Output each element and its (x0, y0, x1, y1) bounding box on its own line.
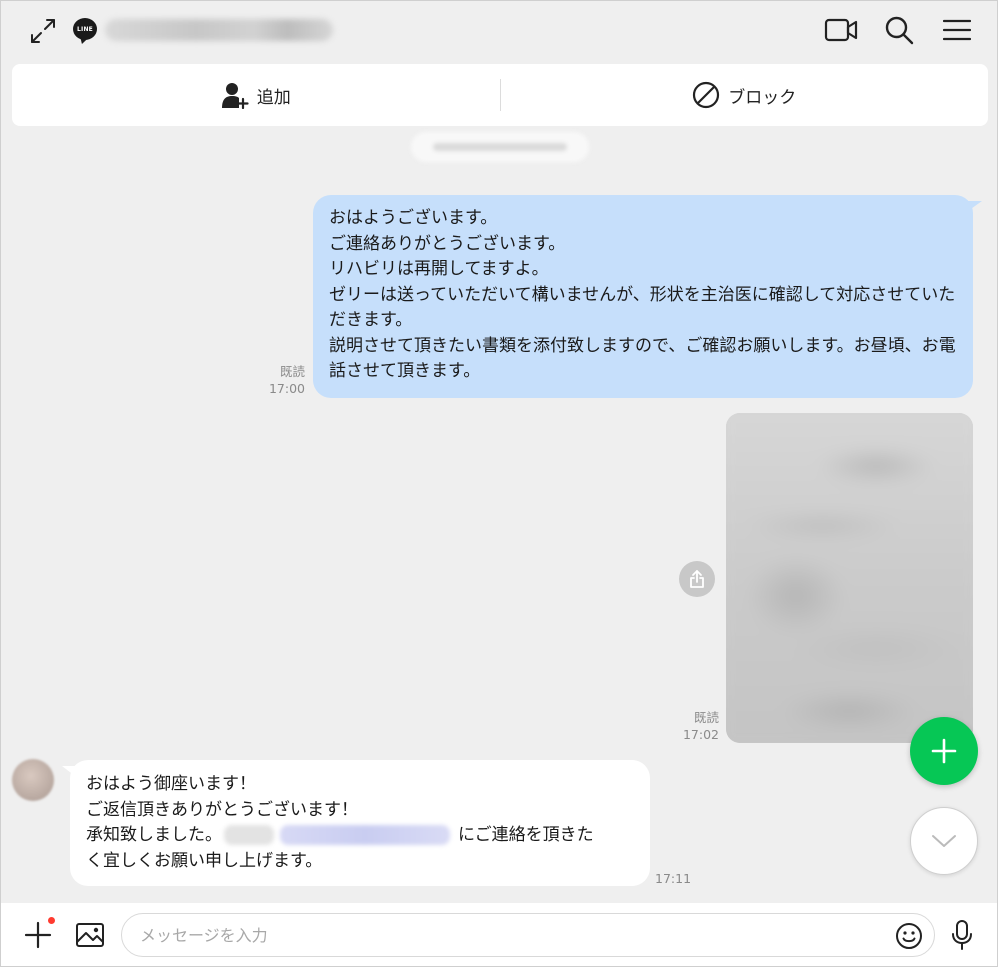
outgoing-message-bubble[interactable]: おはようございます。 ご連絡ありがとうございます。 リハビリは再開してますよ。 … (313, 195, 982, 398)
block-button[interactable]: ブロック (501, 64, 989, 126)
video-call-icon[interactable] (823, 15, 859, 45)
line-logo: LINE (73, 18, 97, 40)
share-icon (690, 570, 704, 588)
chevron-down-icon (932, 835, 956, 847)
block-label: ブロック (728, 87, 797, 108)
menu-icon[interactable] (941, 14, 973, 46)
add-user-icon (221, 83, 249, 109)
chat-header: LINE (1, 1, 997, 59)
message-input[interactable] (121, 913, 935, 957)
incoming-line: く宜しくお願い申し上げます。 (86, 850, 323, 871)
image-message-meta: 既読 17:02 (673, 709, 719, 743)
chat-window: LINE 追加 ブロック おはようございます。 ご連絡ありがとうございます。 リ… (0, 0, 998, 967)
incoming-message-bubble[interactable]: おはよう御座います！ ご返信頂きありがとうございます！ 承知致しました。 にご連絡… (62, 760, 650, 886)
gallery-icon[interactable] (74, 920, 106, 950)
scroll-to-bottom-button[interactable] (910, 807, 978, 875)
incoming-line: にご連絡を頂きた (458, 825, 594, 845)
blurred-contact-name (105, 19, 333, 41)
message-time: 17:00 (268, 381, 305, 396)
expand-icon[interactable] (27, 16, 59, 46)
share-button[interactable] (679, 561, 715, 597)
search-icon[interactable] (883, 14, 915, 46)
image-attachment-message[interactable] (726, 413, 973, 743)
microphone-icon[interactable] (947, 918, 977, 952)
incoming-line: ご返信頂きありがとうございます！ (86, 799, 358, 820)
outgoing-message-meta: 既読 17:00 (259, 363, 305, 397)
incoming-line: 承知致しました。 (86, 825, 222, 845)
add-friend-button[interactable]: 追加 (12, 64, 500, 126)
blurred-link[interactable] (280, 825, 450, 845)
message-composer (1, 903, 997, 966)
incoming-message-time: 17:11 (655, 871, 692, 886)
blurred-date-separator (411, 132, 589, 162)
blurred-document-image (726, 413, 973, 743)
floating-add-button[interactable] (910, 717, 978, 785)
read-status: 既読 (279, 364, 305, 379)
contact-avatar[interactable] (12, 759, 54, 801)
message-time: 17:02 (682, 727, 719, 742)
friend-action-bar: 追加 ブロック (12, 64, 988, 126)
line-logo-text: LINE (77, 25, 93, 33)
incoming-line: おはよう御座います！ (86, 774, 256, 794)
notification-dot (48, 917, 55, 924)
blurred-text (224, 825, 274, 845)
block-icon (693, 81, 720, 109)
add-friend-label: 追加 (256, 87, 291, 108)
emoji-icon[interactable] (894, 921, 924, 951)
plus-icon (931, 738, 957, 764)
read-status: 既読 (693, 710, 719, 725)
